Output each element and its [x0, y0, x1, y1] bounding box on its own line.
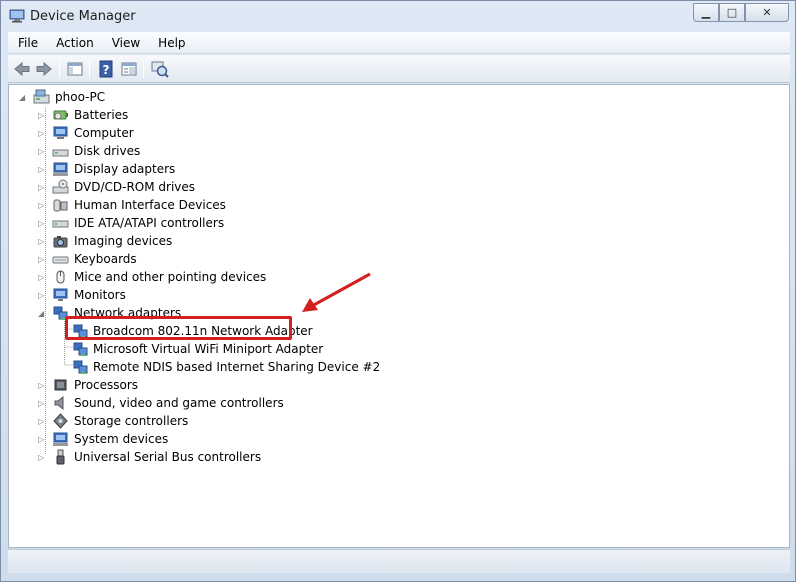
expand-icon[interactable]: ▷: [38, 255, 48, 265]
tree-item-label[interactable]: Sound, video and game controllers: [74, 396, 284, 410]
expand-icon[interactable]: ▷: [38, 435, 48, 445]
close-button[interactable]: ✕: [745, 3, 789, 22]
show-hide-console-tree-icon[interactable]: [65, 59, 85, 79]
computer-icon: [53, 126, 68, 139]
speaker-icon: [54, 395, 64, 411]
expand-icon[interactable]: ▷: [38, 453, 48, 463]
monitor-icon: [53, 288, 68, 301]
expand-icon[interactable]: ▷: [38, 237, 48, 247]
storage-icon: [53, 413, 68, 429]
tree-item-label[interactable]: Disk drives: [74, 144, 140, 158]
tree-item-label[interactable]: Computer: [74, 126, 134, 140]
properties-icon[interactable]: [119, 59, 139, 79]
collapse-icon[interactable]: ◢: [38, 309, 48, 319]
expand-icon[interactable]: ▷: [38, 165, 48, 175]
minimize-icon: ▁: [701, 6, 711, 19]
expand-icon[interactable]: ▷: [38, 147, 48, 157]
tree-item-label[interactable]: Batteries: [74, 108, 128, 122]
menu-action[interactable]: Action: [46, 36, 102, 50]
usb-icon: [56, 449, 65, 465]
expand-icon[interactable]: ▷: [38, 219, 48, 229]
forward-icon[interactable]: [34, 59, 54, 79]
device-manager-window: Device Manager ▁ □ ✕ File Action View He…: [0, 0, 796, 582]
toolbar-separator: [89, 60, 90, 78]
mouse-icon: [56, 270, 65, 284]
toolbar-separator: [59, 60, 60, 78]
camera-icon: [53, 236, 68, 248]
maximize-button[interactable]: □: [719, 3, 745, 22]
expand-icon[interactable]: ▷: [38, 417, 48, 427]
tree-item-label[interactable]: Microsoft Virtual WiFi Miniport Adapter: [93, 342, 323, 356]
tree-item-label[interactable]: Processors: [74, 378, 138, 392]
tree-item-label[interactable]: Mice and other pointing devices: [74, 270, 266, 284]
tree-item-label[interactable]: DVD/CD-ROM drives: [74, 180, 195, 194]
back-icon[interactable]: [12, 59, 32, 79]
caption-buttons: ▁ □ ✕: [693, 3, 789, 22]
disk-drive-icon: [52, 149, 69, 157]
title-bar[interactable]: Device Manager ▁ □ ✕: [1, 1, 795, 31]
minimize-button[interactable]: ▁: [693, 3, 719, 22]
tree-item-label[interactable]: Imaging devices: [74, 234, 172, 248]
expand-icon[interactable]: ▷: [38, 201, 48, 211]
menu-bar: File Action View Help: [8, 32, 790, 54]
tree-item-label[interactable]: Remote NDIS based Internet Sharing Devic…: [93, 360, 380, 374]
tree-item-label[interactable]: IDE ATA/ATAPI controllers: [74, 216, 224, 230]
system-device-icon: [53, 432, 68, 446]
menu-file[interactable]: File: [8, 36, 46, 50]
close-icon: ✕: [762, 6, 772, 19]
highlight-box: [65, 316, 292, 340]
tree-item-label[interactable]: Display adapters: [74, 162, 175, 176]
processor-icon: [54, 379, 67, 391]
expand-icon[interactable]: ▷: [38, 399, 48, 409]
expand-icon[interactable]: ▷: [38, 129, 48, 139]
device-manager-app-icon: [9, 9, 25, 23]
expand-icon[interactable]: ▷: [38, 183, 48, 193]
expand-icon[interactable]: ▷: [38, 111, 48, 121]
keyboard-icon: [52, 256, 69, 264]
tree-item-label[interactable]: Keyboards: [74, 252, 137, 266]
toolbar: ?: [8, 55, 790, 83]
scan-hardware-icon[interactable]: [150, 59, 170, 79]
tree-item-label[interactable]: Storage controllers: [74, 414, 188, 428]
tree-item-label[interactable]: Human Interface Devices: [74, 198, 226, 212]
expand-icon[interactable]: ▷: [38, 273, 48, 283]
expand-icon[interactable]: ▷: [38, 291, 48, 301]
menu-view[interactable]: View: [102, 36, 148, 50]
expand-icon[interactable]: ▷: [38, 381, 48, 391]
window-title: Device Manager: [30, 9, 136, 24]
display-adapter-icon: [53, 162, 68, 176]
network-adapter-icon: [73, 342, 88, 356]
ide-controller-icon: [52, 220, 69, 228]
tree-item-label[interactable]: System devices: [74, 432, 168, 446]
maximize-icon: □: [726, 6, 738, 19]
svg-text:?: ?: [103, 63, 110, 77]
network-adapter-icon: [73, 360, 88, 374]
battery-icon: [53, 110, 68, 120]
status-bar: [8, 549, 790, 573]
tree-item-label[interactable]: Universal Serial Bus controllers: [74, 450, 261, 464]
tree-item-label[interactable]: Monitors: [74, 288, 126, 302]
dvd-drive-icon: [52, 179, 69, 194]
menu-help[interactable]: Help: [148, 36, 193, 50]
help-icon[interactable]: ?: [96, 59, 116, 79]
annotation-arrow-icon: [302, 272, 371, 312]
hid-icon: [53, 199, 68, 212]
toolbar-separator: [143, 60, 144, 78]
